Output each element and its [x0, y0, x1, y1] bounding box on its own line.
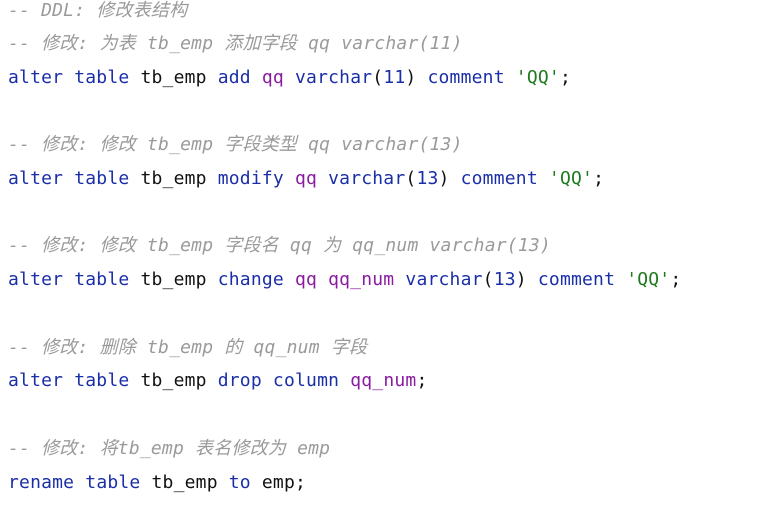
code-line-alter-change[interactable]: alter table tb_emp change qq qq_num varc…	[8, 267, 681, 293]
code-token-kw: drop	[217, 370, 262, 391]
code-token-plain: emp;	[250, 472, 307, 493]
code-token-punct: (	[405, 168, 417, 189]
code-token-punct: (	[482, 269, 494, 290]
code-token-punct: ;	[416, 370, 428, 391]
code-token-ident: qq_num	[328, 269, 395, 290]
code-token-str: 'QQ'	[548, 168, 594, 189]
code-token-num: 13	[416, 168, 439, 189]
code-token-punct: (	[372, 67, 384, 88]
code-token-ident: qq	[261, 67, 284, 88]
code-token-kw: alter	[8, 370, 64, 391]
code-token-punct: )	[515, 269, 538, 290]
code-token-kw: varchar	[405, 269, 483, 290]
code-token-plain: tb_emp	[129, 168, 218, 189]
code-token-kw: table	[74, 67, 130, 88]
code-token-punct: )	[438, 168, 461, 189]
code-token-plain: tb_emp	[129, 370, 218, 391]
code-line-alter-modify[interactable]: alter table tb_emp modify qq varchar(13)…	[8, 166, 604, 192]
comment-line-modify-type: -- 修改: 修改 tb_emp 字段类型 qq varchar(13)	[8, 134, 463, 155]
code-token-kw: table	[74, 370, 130, 391]
code-token-kw: change	[217, 269, 284, 290]
code-token-kw: alter	[8, 269, 64, 290]
code-token-kw: modify	[217, 168, 284, 189]
comment-line-add-field: -- 修改: 为表 tb_emp 添加字段 qq varchar(11)	[8, 33, 463, 54]
code-token-kw: varchar	[328, 168, 406, 189]
code-line-rename-table[interactable]: rename table tb_emp to emp;	[8, 470, 306, 496]
code-token-kw: add	[217, 67, 251, 88]
code-token-punct: ;	[593, 168, 605, 189]
code-token-num: 13	[493, 269, 516, 290]
code-token-kw: alter	[8, 168, 64, 189]
code-token-str: 'QQ'	[626, 269, 671, 290]
code-token-plain: tb_emp	[129, 67, 218, 88]
code-token-kw: comment	[460, 168, 538, 189]
sql-code-editor[interactable]: -- DDL: 修改表结构 -- 修改: 为表 tb_emp 添加字段 qq v…	[0, 0, 767, 515]
code-token-punct: )	[405, 67, 428, 88]
code-token-punct: ;	[670, 269, 682, 290]
code-token-kw: table	[74, 168, 130, 189]
code-token-ident: qq	[295, 269, 318, 290]
comment-line-rename-table: -- 修改: 将tb_emp 表名修改为 emp	[8, 438, 331, 459]
code-token-num: 11	[383, 67, 406, 88]
comment-line-ddl: -- DDL: 修改表结构	[8, 0, 188, 21]
code-token-kw: column	[272, 370, 340, 391]
code-token-ident: qq_num	[350, 370, 417, 391]
code-token-ident: qq	[295, 168, 318, 189]
code-token-kw: comment	[427, 67, 505, 88]
comment-line-drop-field: -- 修改: 删除 tb_emp 的 qq_num 字段	[8, 337, 368, 358]
code-token-kw: comment	[537, 269, 616, 290]
code-token-kw: table	[85, 472, 141, 493]
code-token-str: 'QQ'	[515, 67, 560, 88]
code-token-kw: to	[228, 472, 251, 493]
comment-line-change-name: -- 修改: 修改 tb_emp 字段名 qq 为 qq_num varchar…	[8, 235, 551, 256]
code-token-kw: rename	[8, 472, 75, 493]
code-line-alter-drop[interactable]: alter table tb_emp drop column qq_num;	[8, 368, 427, 394]
code-token-kw: varchar	[295, 67, 373, 88]
code-token-punct: ;	[559, 67, 571, 88]
code-line-alter-add[interactable]: alter table tb_emp add qq varchar(11) co…	[8, 65, 571, 91]
code-token-kw: table	[74, 269, 130, 290]
code-token-plain: tb_emp	[140, 472, 229, 493]
code-token-kw: alter	[8, 67, 64, 88]
code-token-plain: tb_emp	[129, 269, 218, 290]
